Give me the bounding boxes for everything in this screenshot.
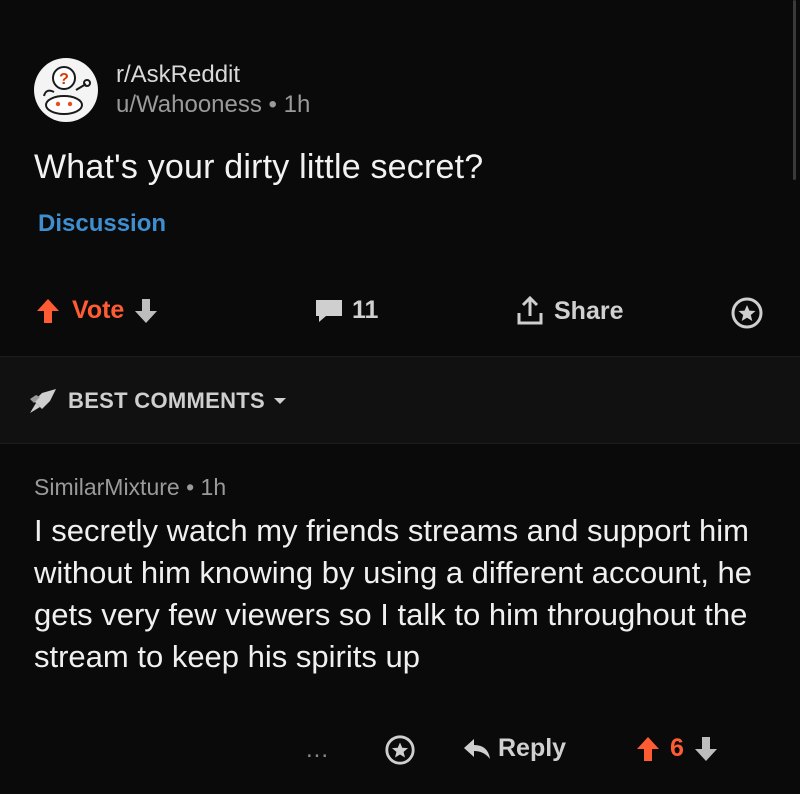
award-icon [385, 735, 415, 765]
award-button[interactable] [730, 296, 764, 330]
rocket-icon [30, 389, 56, 413]
post-meta: r/AskReddit u/Wahooness • 1h [116, 60, 310, 120]
reply-arrow-icon [464, 738, 490, 759]
reply-label: Reply [498, 734, 567, 762]
comment-action-bar: ... Reply 6 [0, 726, 800, 776]
byline-separator: • [268, 91, 277, 118]
post-byline: u/Wahooness • 1h [116, 90, 310, 120]
share-label: Share [554, 296, 624, 325]
comment-count: 11 [352, 296, 379, 324]
comment-byline: SimilarMixture • 1h [34, 474, 226, 501]
comment-bubble-icon [316, 299, 342, 322]
post-title[interactable]: What's your dirty little secret? [34, 148, 483, 187]
subreddit-name[interactable]: r/AskReddit [116, 60, 310, 90]
upvote-arrow-icon[interactable] [36, 298, 60, 324]
comment-score: 6 [670, 734, 684, 762]
vote-label: Vote [72, 296, 125, 324]
upvote-arrow-icon[interactable] [636, 736, 660, 762]
sort-label: BEST COMMENTS [68, 388, 266, 413]
comment-vote-control: 6 [636, 734, 718, 763]
question-mark-snoo-icon: ? [35, 59, 97, 121]
sort-dropdown[interactable]: BEST COMMENTS [28, 387, 287, 415]
comments-button[interactable]: 11 [314, 296, 378, 325]
post-flair[interactable]: Discussion [38, 210, 166, 238]
comment-separator: • [186, 474, 195, 500]
comment-body: I secretly watch my friends streams and … [34, 513, 753, 674]
share-button[interactable]: Share [516, 296, 623, 326]
post-age: 1h [283, 91, 311, 118]
more-options-button[interactable]: ... [306, 736, 329, 764]
svg-text:?: ? [59, 71, 69, 88]
share-icon [517, 296, 543, 325]
post-action-bar: Vote 11 Share [0, 288, 800, 338]
post-header: ? r/AskReddit u/Wahooness • 1h [34, 58, 310, 122]
award-icon [731, 297, 763, 329]
comment-award-button[interactable] [384, 734, 416, 766]
subreddit-avatar[interactable]: ? [34, 58, 98, 122]
scrollbar[interactable] [793, 0, 796, 180]
chevron-down-icon [274, 398, 287, 404]
vote-control: Vote [36, 296, 158, 325]
screen: ? r/AskReddit u/Wahooness • 1h What's yo… [0, 0, 800, 794]
comment-age: 1h [200, 474, 227, 500]
downvote-arrow-icon[interactable] [694, 736, 718, 762]
comment-author[interactable]: SimilarMixture [34, 474, 180, 500]
post-author[interactable]: u/Wahooness [116, 91, 262, 118]
reply-button[interactable]: Reply [462, 734, 566, 763]
downvote-arrow-icon[interactable] [134, 298, 158, 324]
comment-sort-bar: BEST COMMENTS [0, 356, 800, 444]
